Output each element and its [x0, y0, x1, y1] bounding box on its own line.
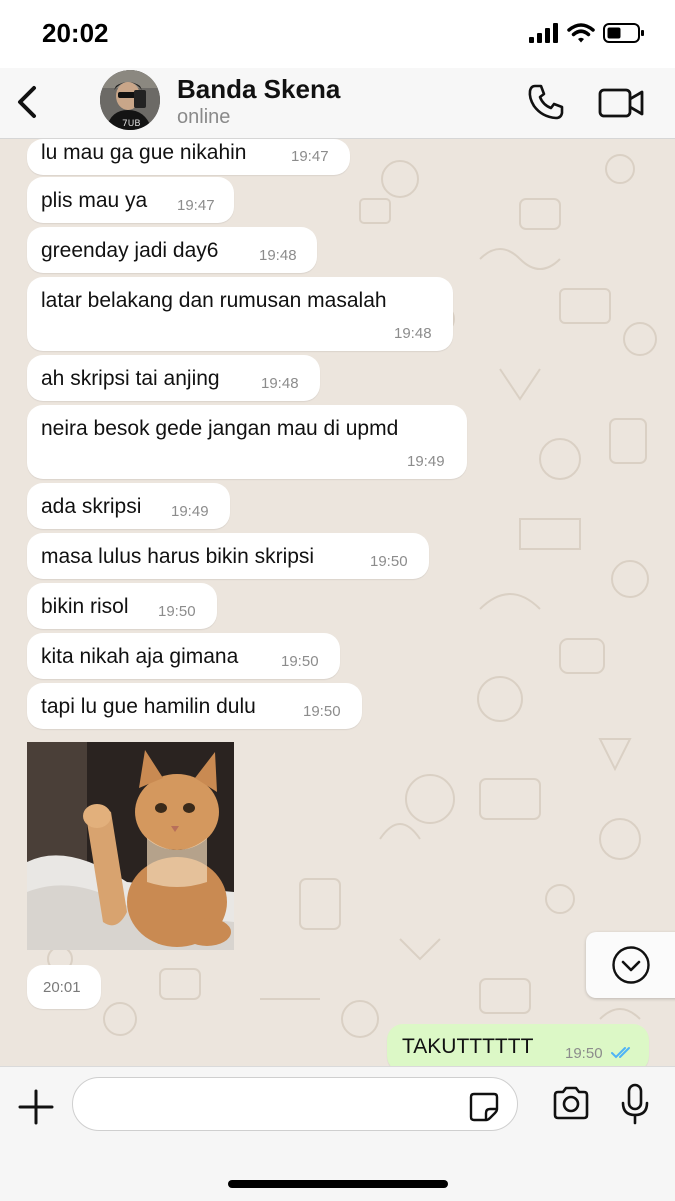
image-message-time: 20:01: [43, 979, 81, 996]
status-time: 20:02: [42, 18, 109, 48]
camera-icon[interactable]: [551, 1085, 591, 1121]
incoming-message[interactable]: latar belakang dan rumusan masalah 19:48: [27, 277, 453, 351]
message-time: 19:50: [158, 603, 196, 620]
message-time: 19:50: [281, 653, 319, 670]
message-text: lu mau ga gue nikahin: [41, 141, 247, 164]
message-time: 19:50: [370, 553, 408, 570]
image-time-bubble: 20:01: [27, 965, 101, 1009]
message-time: 19:50: [303, 703, 341, 720]
phone-call-icon[interactable]: [526, 82, 566, 122]
message-text: plis mau ya: [41, 189, 148, 212]
message-time: 19:47: [177, 197, 215, 214]
sticker-icon[interactable]: [468, 1091, 500, 1123]
incoming-message[interactable]: neira besok gede jangan mau di upmd 19:4…: [27, 405, 467, 479]
chevron-down-circle-icon: [612, 946, 650, 984]
message-text: ah skripsi tai anjing: [41, 367, 220, 390]
back-chevron-icon[interactable]: [12, 82, 42, 122]
incoming-message[interactable]: plis mau ya 19:47: [27, 177, 234, 223]
cellular-signal-icon: [529, 23, 558, 43]
message-text: bikin risol: [41, 595, 129, 618]
message-text: TAKUTTTTTT: [402, 1035, 534, 1058]
incoming-message[interactable]: masa lulus harus bikin skripsi 19:50: [27, 533, 429, 579]
message-list[interactable]: lu mau ga gue nikahin 19:47 plis mau ya …: [0, 139, 675, 1066]
plus-icon[interactable]: [16, 1087, 56, 1127]
message-text: masa lulus harus bikin skripsi: [41, 545, 315, 568]
status-bar: 20:02: [0, 0, 675, 68]
wifi-icon: [567, 23, 595, 43]
chat-header: 7UB Banda Skena online: [0, 68, 675, 139]
contact-avatar[interactable]: 7UB: [100, 70, 160, 130]
incoming-message[interactable]: tapi lu gue hamilin dulu 19:50: [27, 683, 362, 729]
message-text: latar belakang dan rumusan masalah: [41, 289, 387, 312]
message-input[interactable]: [72, 1077, 518, 1131]
message-time: 19:47: [291, 148, 329, 165]
outgoing-message[interactable]: TAKUTTTTTT 19:50: [387, 1024, 649, 1066]
battery-icon: [603, 23, 644, 43]
presence-status: online: [177, 106, 231, 128]
message-text: tapi lu gue hamilin dulu: [41, 695, 256, 718]
incoming-message[interactable]: kita nikah aja gimana 19:50: [27, 633, 340, 679]
message-time: 19:49: [171, 503, 209, 520]
message-text: kita nikah aja gimana: [41, 645, 239, 668]
message-time: 19:48: [394, 325, 432, 342]
video-call-icon[interactable]: [598, 86, 644, 120]
message-time: 19:49: [407, 453, 445, 470]
message-text: greenday jadi day6: [41, 239, 219, 262]
cat-photo[interactable]: [27, 742, 234, 950]
incoming-message[interactable]: lu mau ga gue nikahin 19:47: [27, 139, 350, 175]
read-receipt-icon: [611, 1047, 630, 1059]
message-time: 19:50: [565, 1045, 603, 1062]
contact-name[interactable]: Banda Skena: [177, 74, 340, 105]
microphone-icon[interactable]: [620, 1083, 650, 1125]
message-text: neira besok gede jangan mau di upmd: [41, 417, 399, 440]
incoming-message[interactable]: bikin risol 19:50: [27, 583, 217, 629]
message-time: 19:48: [259, 247, 297, 264]
message-time: 19:48: [261, 375, 299, 392]
incoming-message[interactable]: greenday jadi day6 19:48: [27, 227, 317, 273]
message-text: ada skripsi: [41, 495, 142, 518]
scroll-to-bottom-button[interactable]: [586, 932, 675, 998]
incoming-message[interactable]: ada skripsi 19:49: [27, 483, 230, 529]
home-indicator: [228, 1180, 448, 1188]
svg-text:7UB: 7UB: [122, 119, 141, 129]
incoming-message[interactable]: ah skripsi tai anjing 19:48: [27, 355, 320, 401]
